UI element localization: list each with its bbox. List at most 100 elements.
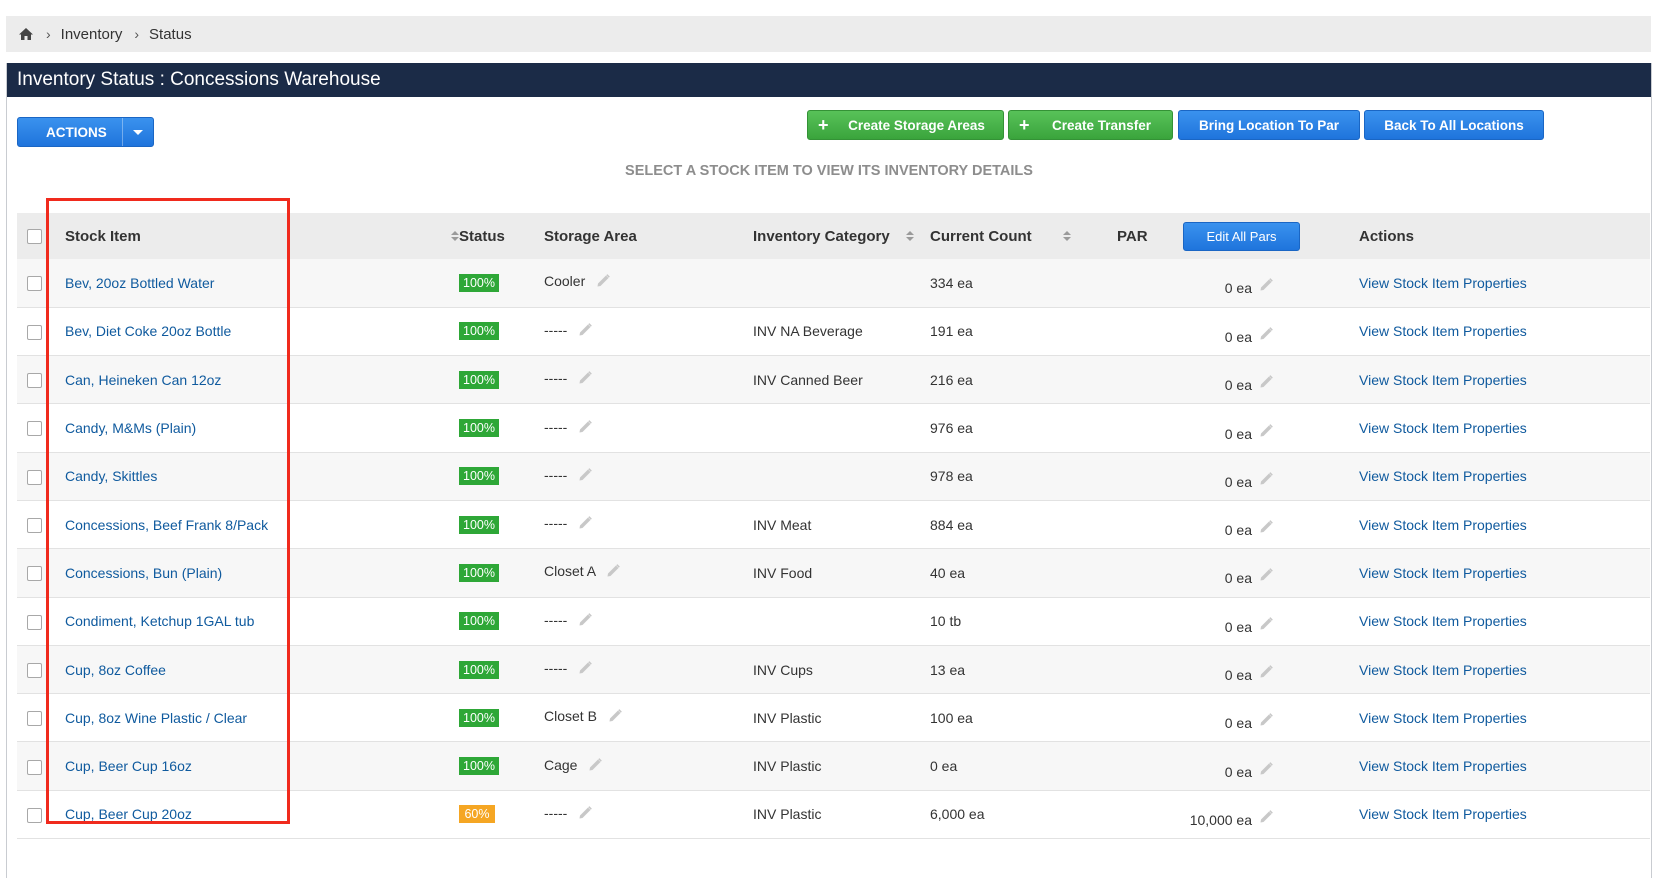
sort-icon[interactable] (451, 231, 459, 241)
row-checkbox[interactable] (27, 711, 42, 727)
pencil-icon[interactable] (577, 419, 593, 438)
pencil-icon[interactable] (1258, 471, 1274, 490)
pencil-icon[interactable] (1258, 423, 1274, 442)
current-count-value: 884 ea (930, 516, 973, 533)
view-stock-item-properties-link[interactable]: View Stock Item Properties (1359, 372, 1527, 388)
pencil-icon[interactable] (577, 515, 593, 534)
pencil-icon[interactable] (1258, 519, 1274, 538)
view-stock-item-properties-link[interactable]: View Stock Item Properties (1359, 806, 1527, 822)
table-row: Concessions, Bun (Plain) 100% Closet A I… (17, 548, 1650, 598)
view-stock-item-properties-link[interactable]: View Stock Item Properties (1359, 420, 1527, 436)
stock-item-link[interactable]: Candy, M&Ms (Plain) (65, 420, 196, 436)
view-stock-item-properties-link[interactable]: View Stock Item Properties (1359, 613, 1527, 629)
pencil-icon[interactable] (1258, 712, 1274, 731)
home-icon[interactable] (18, 27, 34, 41)
status-badge: 100% (459, 612, 499, 631)
select-all-checkbox[interactable] (27, 229, 42, 245)
pencil-icon[interactable] (1258, 326, 1274, 345)
stock-item-link[interactable]: Cup, Beer Cup 16oz (65, 758, 192, 774)
stock-item-link[interactable]: Bev, Diet Coke 20oz Bottle (65, 323, 231, 339)
par-value: 0 ea (1224, 618, 1252, 635)
row-checkbox[interactable] (27, 566, 42, 582)
stock-item-link[interactable]: Can, Heineken Can 12oz (65, 372, 221, 388)
pencil-icon[interactable] (577, 660, 593, 679)
stock-item-link[interactable]: Candy, Skittles (65, 468, 157, 484)
current-count-value: 978 ea (930, 468, 973, 485)
view-stock-item-properties-link[interactable]: View Stock Item Properties (1359, 662, 1527, 678)
stock-item-link[interactable]: Bev, 20oz Bottled Water (65, 275, 214, 291)
view-stock-item-properties-link[interactable]: View Stock Item Properties (1359, 275, 1527, 291)
pencil-icon[interactable] (1258, 277, 1274, 296)
back-to-all-locations-button[interactable]: Back To All Locations (1364, 110, 1544, 140)
row-checkbox[interactable] (27, 276, 42, 292)
view-stock-item-properties-link[interactable]: View Stock Item Properties (1359, 565, 1527, 581)
actions-dropdown-button[interactable]: ACTIONS (17, 117, 154, 147)
pencil-icon[interactable] (1258, 664, 1274, 683)
storage-area-value: Cooler (544, 273, 586, 290)
breadcrumb-item-inventory[interactable]: Inventory (61, 26, 123, 43)
table-row: Cup, 8oz Coffee 100% ----- INV Cups 13 e… (17, 645, 1650, 694)
plus-icon: + (1019, 114, 1030, 135)
stock-item-link[interactable]: Cup, 8oz Wine Plastic / Clear (65, 710, 247, 726)
create-storage-areas-label: Create Storage Areas (848, 117, 985, 133)
table-row: Cup, Beer Cup 16oz 100% Cage INV Plastic… (17, 741, 1650, 791)
pencil-icon[interactable] (1258, 567, 1274, 586)
stock-item-link[interactable]: Cup, 8oz Coffee (65, 662, 166, 678)
stock-item-link[interactable]: Concessions, Bun (Plain) (65, 565, 222, 581)
stock-item-link[interactable]: Condiment, Ketchup 1GAL tub (65, 613, 254, 629)
row-checkbox[interactable] (27, 421, 42, 437)
row-checkbox[interactable] (27, 614, 42, 630)
view-stock-item-properties-link[interactable]: View Stock Item Properties (1359, 758, 1527, 774)
pencil-icon[interactable] (595, 273, 611, 292)
view-stock-item-properties-link[interactable]: View Stock Item Properties (1359, 517, 1527, 533)
pencil-icon[interactable] (1258, 761, 1274, 780)
row-checkbox[interactable] (27, 662, 42, 678)
column-header-inventory-category[interactable]: Inventory Category (753, 213, 930, 259)
view-stock-item-properties-link[interactable]: View Stock Item Properties (1359, 323, 1527, 339)
chevron-down-icon[interactable] (122, 118, 153, 146)
row-checkbox[interactable] (27, 373, 42, 389)
pencil-icon[interactable] (577, 370, 593, 389)
stock-item-link[interactable]: Concessions, Beef Frank 8/Pack (65, 517, 268, 533)
view-stock-item-properties-link[interactable]: View Stock Item Properties (1359, 468, 1527, 484)
sort-icon[interactable] (1063, 231, 1071, 241)
pencil-icon[interactable] (577, 612, 593, 631)
view-stock-item-properties-link[interactable]: View Stock Item Properties (1359, 710, 1527, 726)
current-count-value: 10 tb (930, 613, 962, 630)
row-checkbox[interactable] (27, 759, 42, 775)
pencil-icon[interactable] (1258, 809, 1274, 828)
pencil-icon[interactable] (577, 467, 593, 486)
status-badge: 100% (459, 563, 499, 582)
row-checkbox[interactable] (27, 518, 42, 534)
par-value: 0 ea (1224, 522, 1252, 539)
pencil-icon[interactable] (577, 322, 593, 341)
status-badge: 100% (459, 515, 499, 534)
current-count-value: 13 ea (930, 661, 966, 678)
table-row: Candy, M&Ms (Plain) 100% ----- 976 ea 0 … (17, 403, 1650, 453)
row-checkbox[interactable] (27, 469, 42, 485)
status-badge: 100% (459, 757, 499, 776)
pencil-icon[interactable] (1258, 374, 1274, 393)
sort-icon[interactable] (906, 231, 914, 241)
par-value: 0 ea (1224, 328, 1252, 345)
column-header-current-count[interactable]: Current Count (930, 213, 1077, 259)
pencil-icon[interactable] (605, 563, 621, 582)
current-count-value: 0 ea (930, 758, 958, 775)
inventory-category-value: INV Plastic (753, 709, 822, 726)
bring-location-to-par-button[interactable]: Bring Location To Par (1178, 110, 1360, 140)
row-checkbox[interactable] (27, 807, 42, 823)
create-transfer-button[interactable]: + Create Transfer (1008, 110, 1173, 140)
pencil-icon[interactable] (1258, 616, 1274, 635)
column-header-stock-item[interactable]: Stock Item (65, 213, 459, 259)
pencil-icon[interactable] (577, 805, 593, 824)
par-value: 0 ea (1224, 715, 1252, 732)
pencil-icon[interactable] (587, 757, 603, 776)
storage-area-value: ----- (544, 611, 568, 628)
pencil-icon[interactable] (607, 708, 623, 727)
create-storage-areas-button[interactable]: + Create Storage Areas (807, 110, 1004, 140)
status-badge: 100% (459, 467, 499, 486)
table-row: Cup, 8oz Wine Plastic / Clear 100% Close… (17, 693, 1650, 742)
row-checkbox[interactable] (27, 324, 42, 340)
stock-item-link[interactable]: Cup, Beer Cup 20oz (65, 806, 192, 822)
edit-all-pars-button[interactable]: Edit All Pars (1183, 221, 1300, 251)
